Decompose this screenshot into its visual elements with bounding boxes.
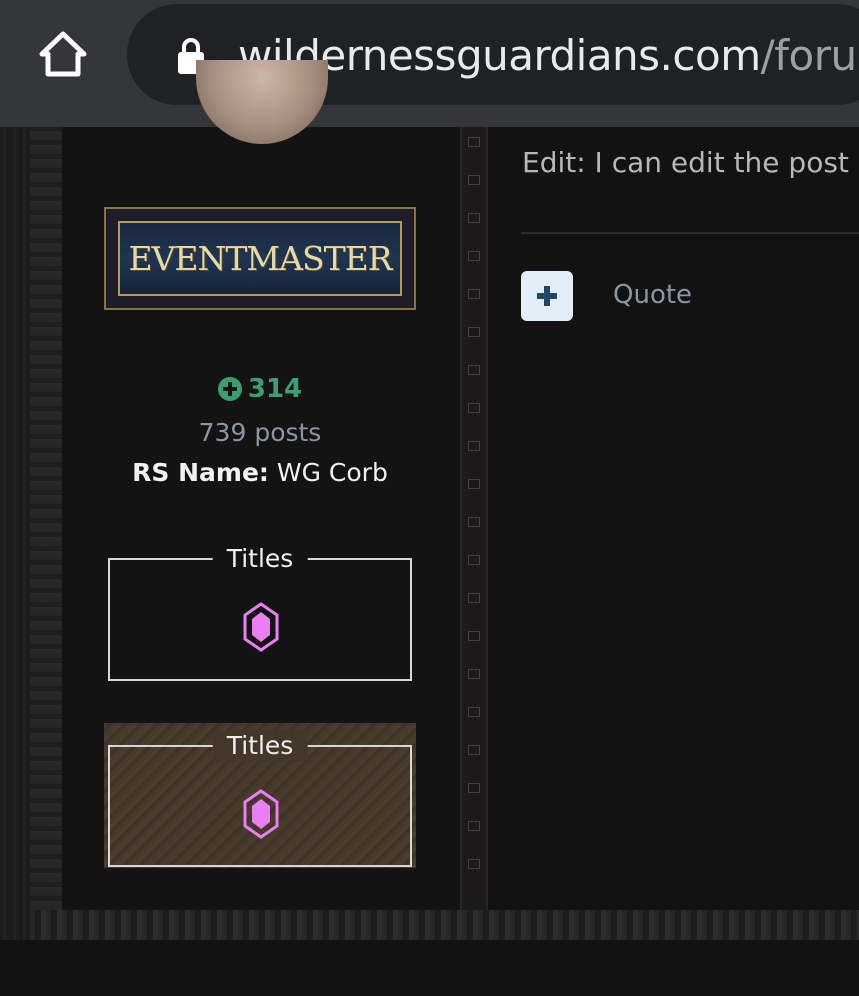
quote-button[interactable]: Quote: [613, 280, 692, 310]
post-count: 739 posts: [198, 418, 322, 447]
rune-mark: [468, 783, 480, 793]
rune-mark: [468, 517, 480, 527]
stone-border-bottom: [30, 910, 859, 940]
multiquote-button[interactable]: [521, 271, 573, 321]
rune-mark: [468, 631, 480, 641]
rune-mark: [468, 137, 480, 147]
rune-mark: [468, 175, 480, 185]
rune-mark: [468, 821, 480, 831]
rune-mark: [468, 213, 480, 223]
titles-label: Titles: [212, 731, 308, 761]
rs-name-value: WG Corb: [276, 458, 388, 487]
rune-mark: [468, 403, 480, 413]
rs-name: RS Name: WG Corb: [0, 458, 520, 487]
post-separator: [521, 232, 859, 234]
rune-mark: [468, 555, 480, 565]
post-body-text: Edit: I can edit the post a: [522, 146, 859, 179]
gem-icon: [243, 602, 279, 652]
rune-mark: [468, 859, 480, 869]
rune-mark: [468, 289, 480, 299]
titles-box: Titles: [108, 544, 412, 681]
home-icon[interactable]: [36, 28, 90, 82]
rune-mark: [468, 669, 480, 679]
group-badge: EVENTMASTER: [104, 207, 416, 310]
rune-mark: [468, 251, 480, 261]
rune-mark: [468, 745, 480, 755]
plus-icon: [537, 286, 557, 306]
rune-divider: [460, 127, 488, 910]
rune-mark: [468, 707, 480, 717]
url-path: /foru: [760, 31, 858, 80]
titles-box: Titles: [108, 731, 412, 867]
plus-circle-icon: [217, 377, 242, 401]
post-content-column: [488, 127, 859, 910]
rs-name-label: RS Name:: [132, 458, 269, 487]
reputation[interactable]: 314: [0, 374, 520, 404]
rune-mark: [468, 593, 480, 603]
page-bottom: [0, 940, 859, 996]
gem-icon: [243, 789, 279, 839]
group-badge-text: EVENTMASTER: [128, 239, 392, 278]
stone-border-left: [0, 127, 62, 947]
url-text[interactable]: wildernessguardians.com/foru: [238, 26, 857, 86]
browser-toolbar: wildernessguardians.com/foru: [0, 0, 859, 127]
group-badge-inner: EVENTMASTER: [118, 221, 402, 296]
reputation-count: 314: [247, 374, 303, 404]
titles-label: Titles: [212, 544, 308, 574]
rune-mark: [468, 327, 480, 337]
